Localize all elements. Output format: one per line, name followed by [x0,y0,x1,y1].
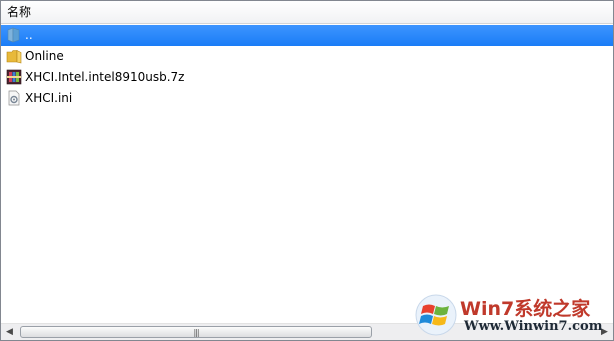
scrollbar-grip-icon: ||| [193,328,199,337]
scroll-left-arrow-icon[interactable]: ◀ [1,324,18,340]
archive-icon [6,69,22,85]
windows-logo-icon [414,294,458,336]
watermark: Win7系统之家 Www.Winwin7.com [414,292,610,338]
file-list: .. Online XHCI.Intel.intel8910usb.7z XHC… [1,25,613,109]
settings-file-icon [6,90,22,106]
file-row-archive[interactable]: XHCI.Intel.intel8910usb.7z [1,67,613,88]
file-name: .. [25,28,33,42]
file-list-window: 名称 .. Online XHCI.Intel.intel8910usb.7z … [0,0,614,341]
watermark-url: Www.Winwin7.com [464,319,603,334]
watermark-title: Win7系统之家 [460,298,591,320]
file-row-online[interactable]: Online [1,46,613,67]
file-name: Online [25,49,64,63]
column-header-name[interactable]: 名称 [1,1,613,23]
folder-up-icon [6,27,22,43]
folder-icon [6,48,22,64]
file-row-ini[interactable]: XHCI.ini [1,88,613,109]
scrollbar-thumb[interactable]: ||| [20,326,372,338]
file-name: XHCI.Intel.intel8910usb.7z [25,70,185,84]
file-row-parent[interactable]: .. [1,25,613,46]
file-name: XHCI.ini [25,91,73,105]
column-header-bar: 名称 [1,1,613,24]
